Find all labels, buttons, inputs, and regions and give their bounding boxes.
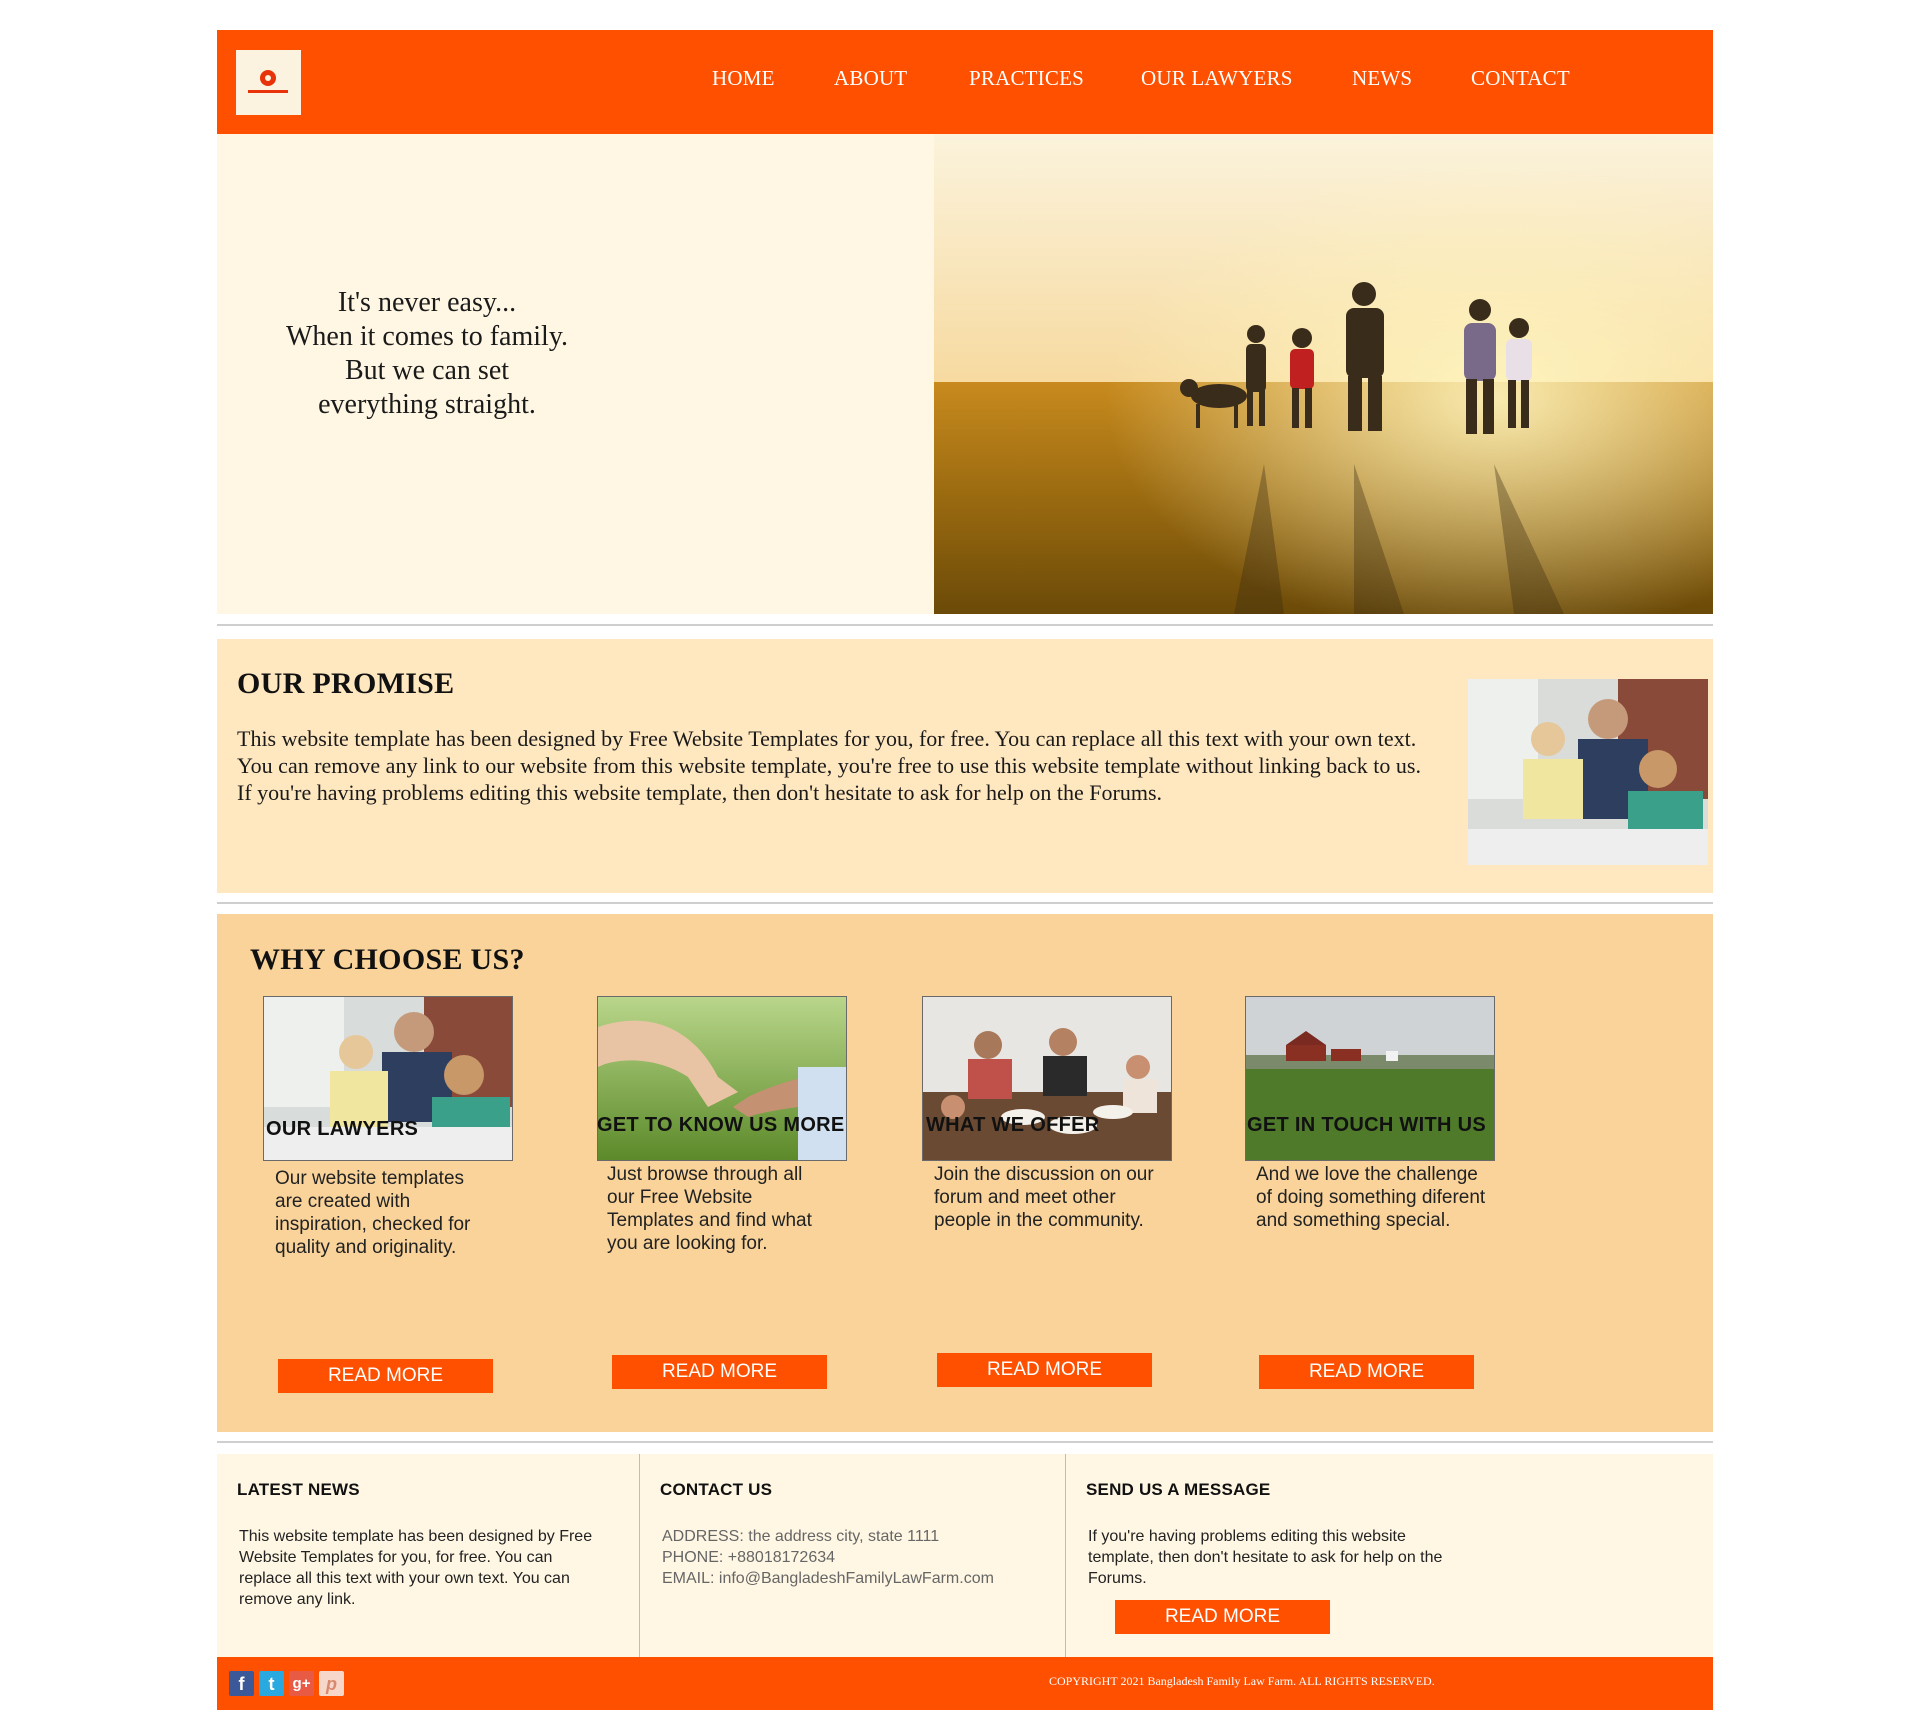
card-title: GET IN TOUCH WITH US bbox=[1247, 1114, 1486, 1136]
send-message-title: SEND US A MESSAGE bbox=[1086, 1480, 1271, 1499]
send-message-text: If you're having problems editing this w… bbox=[1088, 1528, 1443, 1587]
hero-line-4: everything straight. bbox=[318, 389, 536, 420]
contact-email[interactable]: EMAIL: info@BangladeshFamilyLawFarm.com bbox=[662, 1568, 1062, 1589]
divider bbox=[217, 902, 1713, 904]
copyright-text: COPYRIGHT 2021 Bangladesh Family Law Far… bbox=[1049, 1674, 1435, 1688]
card-text: And we love the challenge of doing somet… bbox=[1256, 1164, 1486, 1231]
contact-us-title: CONTACT US bbox=[660, 1480, 773, 1499]
logo-mark bbox=[260, 70, 276, 86]
read-more-button[interactable]: READ MORE bbox=[937, 1353, 1152, 1387]
card-text: Our website templates are created with i… bbox=[275, 1168, 471, 1258]
contact-phone: PHONE: +88018172634 bbox=[662, 1549, 836, 1566]
nav-contact[interactable]: CONTACT bbox=[1471, 66, 1570, 91]
card-title: WHAT WE OFFER bbox=[926, 1114, 1100, 1136]
promise-text: This website template has been designed … bbox=[237, 726, 1421, 805]
divider bbox=[217, 624, 1713, 626]
twitter-icon[interactable]: t bbox=[259, 1671, 284, 1696]
nav-home[interactable]: HOME bbox=[712, 66, 775, 91]
hero-line-1: It's never easy... bbox=[337, 287, 517, 318]
promise-family-photo bbox=[1468, 679, 1708, 865]
send-message-column: SEND US A MESSAGE If you're having probl… bbox=[1065, 1454, 1714, 1657]
why-title: WHY CHOOSE US? bbox=[250, 943, 525, 976]
nav-practices[interactable]: PRACTICES bbox=[969, 66, 1084, 91]
nav-news[interactable]: NEWS bbox=[1352, 66, 1412, 91]
hero-tagline: It's never easy... When it comes to fami… bbox=[267, 286, 587, 422]
promise-section: OUR PROMISE This website template has be… bbox=[217, 639, 1713, 893]
hero-line-2: When it comes to family. bbox=[286, 321, 568, 352]
latest-news-title: LATEST NEWS bbox=[237, 1480, 360, 1499]
google-plus-icon[interactable]: g+ bbox=[289, 1671, 314, 1696]
nav-our-lawyers[interactable]: OUR LAWYERS bbox=[1141, 66, 1293, 91]
site-header: HOME ABOUT PRACTICES OUR LAWYERS NEWS CO… bbox=[217, 30, 1713, 134]
pinterest-icon[interactable]: p bbox=[319, 1671, 344, 1696]
card-title: OUR LAWYERS bbox=[266, 1118, 419, 1140]
logo-wordmark bbox=[248, 90, 288, 93]
why-choose-us-section: WHY CHOOSE US? OUR LAWYERS Our website t bbox=[217, 914, 1713, 1432]
contact-details: ADDRESS: the address city, state 1111 PH… bbox=[662, 1526, 1062, 1589]
read-more-button[interactable]: READ MORE bbox=[1115, 1600, 1330, 1634]
hero-section: It's never easy... When it comes to fami… bbox=[217, 134, 1713, 614]
read-more-button[interactable]: READ MORE bbox=[612, 1355, 827, 1389]
latest-news-column: LATEST NEWS This website template has be… bbox=[217, 1454, 639, 1657]
contact-us-column: CONTACT US ADDRESS: the address city, st… bbox=[639, 1454, 1066, 1657]
card-text: Just browse through all our Free Website… bbox=[607, 1164, 812, 1254]
company-logo-icon[interactable] bbox=[236, 50, 301, 115]
hero-line-3: But we can set bbox=[344, 355, 510, 386]
promise-title: OUR PROMISE bbox=[237, 667, 455, 700]
latest-news-text: This website template has been designed … bbox=[239, 1528, 593, 1608]
contact-address: ADDRESS: the address city, state 1111 bbox=[662, 1528, 940, 1545]
bottom-bar: f t g+ p COPYRIGHT 2021 Bangladesh Famil… bbox=[217, 1657, 1713, 1710]
facebook-icon[interactable]: f bbox=[229, 1671, 254, 1696]
hero-family-field-image bbox=[934, 134, 1713, 614]
card-text: Join the discussion on our forum and mee… bbox=[934, 1164, 1154, 1231]
read-more-button[interactable]: READ MORE bbox=[1259, 1355, 1474, 1389]
read-more-button[interactable]: READ MORE bbox=[278, 1359, 493, 1393]
nav-about[interactable]: ABOUT bbox=[834, 66, 907, 91]
divider bbox=[217, 1441, 1713, 1443]
card-title: GET TO KNOW US MORE bbox=[597, 1114, 845, 1136]
footer: LATEST NEWS This website template has be… bbox=[217, 1454, 1713, 1657]
